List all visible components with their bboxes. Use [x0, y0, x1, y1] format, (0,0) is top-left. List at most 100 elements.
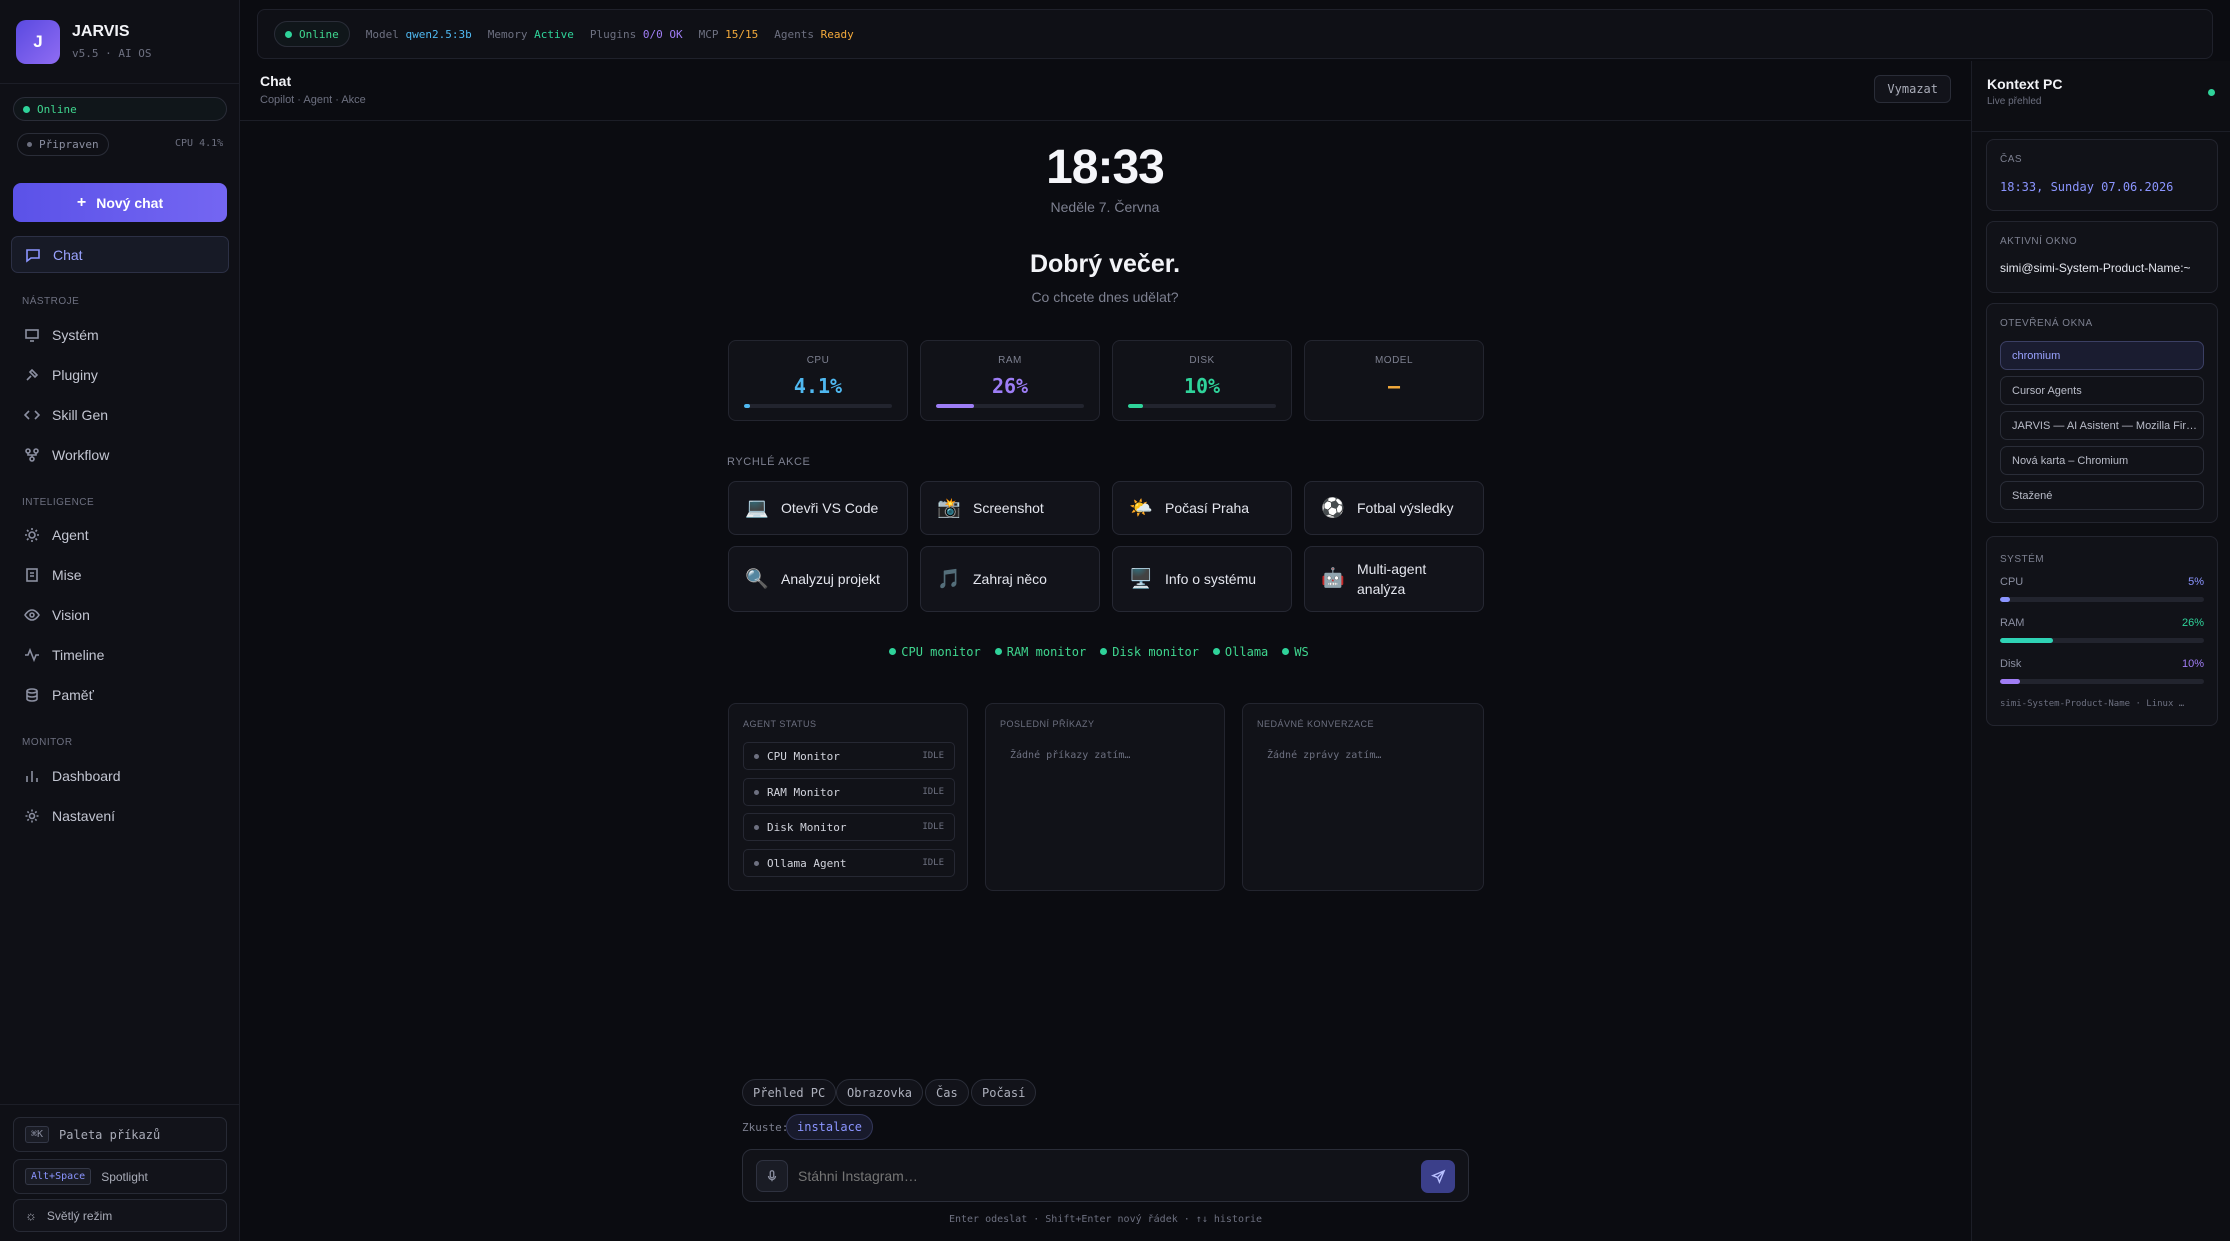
- model-status: Model qwen2.5:3b: [366, 28, 472, 41]
- window-item[interactable]: Stažené: [2000, 481, 2204, 510]
- context-divider: [1972, 131, 2230, 132]
- action-screenshot[interactable]: 📸 Screenshot: [920, 481, 1100, 535]
- stat-card-disk: DISK 10%: [1112, 340, 1292, 421]
- ram-bar: [936, 404, 1084, 408]
- window-item[interactable]: JARVIS — AI Asistent — Mozilla Fir…: [2000, 411, 2204, 440]
- agent-name: CPU Monitor: [767, 749, 840, 763]
- suggestion-chip-time[interactable]: Čas: [925, 1079, 969, 1106]
- stat-value: 4.1%: [793, 374, 843, 398]
- sidebar-item-agent[interactable]: Agent: [11, 516, 229, 553]
- cpu-fill: [2000, 597, 2011, 602]
- last-commands-title: POSLEDNÍ PŘÍKAZY: [1000, 719, 1095, 729]
- agent-row-ollama[interactable]: Ollama Agent IDLE: [743, 849, 955, 877]
- sidebar-item-label: Workflow: [52, 446, 110, 463]
- new-chat-label: Nový chat: [96, 194, 164, 211]
- stat-label: RAM: [998, 355, 1022, 366]
- recent-conversations-title: NEDÁVNÉ KONVERZACE: [1257, 719, 1375, 729]
- window-item[interactable]: chromium: [2000, 341, 2204, 370]
- monitor-ram: RAM monitor: [994, 645, 1086, 659]
- agent-row-cpu[interactable]: CPU Monitor IDLE: [743, 742, 955, 770]
- sidebar-item-timeline[interactable]: Timeline: [11, 636, 229, 673]
- sidebar-item-mise[interactable]: Mise: [11, 556, 229, 593]
- sidebar: J JARVIS v5.5 · AI OS Online Připraven C…: [0, 0, 240, 1241]
- action-system-info[interactable]: 🖥️ Info o systému: [1112, 546, 1292, 612]
- window-item[interactable]: Nová karta – Chromium: [2000, 446, 2204, 475]
- stat-label: DISK: [1189, 355, 1215, 366]
- microphone-button[interactable]: [756, 1160, 788, 1192]
- status-dot: [1100, 648, 1108, 655]
- sidebar-item-vision[interactable]: Vision: [11, 596, 229, 633]
- monitor-icon: [25, 328, 39, 342]
- app-logo: J: [16, 19, 60, 64]
- time-value: 18:33, Sunday 07.06.2026: [2000, 180, 2174, 194]
- suggestion-chip-screen[interactable]: Obrazovka: [836, 1079, 924, 1106]
- monitor-label: Ollama: [1224, 644, 1269, 659]
- sidebar-item-dashboard[interactable]: Dashboard: [11, 757, 229, 794]
- agent-row-ram[interactable]: RAM Monitor IDLE: [743, 778, 955, 806]
- sidebar-item-memory[interactable]: Paměť: [11, 676, 229, 713]
- try-chip-install[interactable]: instalace: [786, 1114, 874, 1140]
- status-dot: [754, 789, 759, 795]
- monitor-cpu: CPU monitor: [889, 645, 981, 659]
- sidebar-item-skill-gen[interactable]: Skill Gen: [11, 396, 229, 433]
- action-football-results[interactable]: ⚽ Fotbal výsledky: [1304, 481, 1484, 535]
- active-window-label: AKTIVNÍ OKNO: [2000, 236, 2078, 247]
- microphone-icon: [767, 1170, 777, 1182]
- online-dot: [285, 30, 292, 38]
- context-panel: Kontext PC Live přehled ČAS 18:33, Sunda…: [1971, 61, 2230, 1241]
- stat-label: CPU: [806, 355, 830, 366]
- action-analyze-project[interactable]: 🔍 Analyzuj projekt: [728, 546, 908, 612]
- sidebar-item-label: Skill Gen: [52, 406, 109, 423]
- soccer-ball-icon: ⚽: [1321, 498, 1345, 519]
- disk-bar: [1128, 404, 1276, 408]
- sidebar-item-workflow[interactable]: Workflow: [11, 436, 229, 473]
- disk-bar-fill: [1128, 404, 1143, 408]
- new-chat-button[interactable]: + Nový chat: [13, 183, 227, 222]
- app-name: JARVIS: [72, 23, 130, 40]
- clear-button[interactable]: Vymazat: [1874, 75, 1951, 103]
- stat-card-model: MODEL —: [1304, 340, 1484, 421]
- action-label: Fotbal výsledky: [1357, 500, 1454, 516]
- action-open-vscode[interactable]: 💻 Otevři VS Code: [728, 481, 908, 535]
- sidebar-item-chat[interactable]: Chat: [11, 236, 229, 273]
- recent-conversations-panel: NEDÁVNÉ KONVERZACE Žádné zprávy zatím…: [1242, 703, 1484, 891]
- agent-state: IDLE: [922, 822, 944, 832]
- model-label: Model: [365, 27, 399, 41]
- recent-conversations-empty: Žádné zprávy zatím…: [1267, 750, 1382, 761]
- sidebar-item-plugins[interactable]: Pluginy: [11, 356, 229, 393]
- host-info: simi-System-Product-Name · Linux …: [2000, 699, 2185, 709]
- model-value: qwen2.5:3b: [405, 27, 472, 41]
- action-play-music[interactable]: 🎵 Zahraj něco: [920, 546, 1100, 612]
- agent-row-disk[interactable]: Disk Monitor IDLE: [743, 813, 955, 841]
- command-palette-button[interactable]: ⌘K Paleta příkazů: [13, 1117, 227, 1152]
- live-indicator-dot: [2208, 89, 2215, 96]
- chat-input[interactable]: [798, 1162, 1378, 1190]
- spotlight-button[interactable]: Alt+Space Spotlight: [13, 1159, 227, 1194]
- action-weather-prague[interactable]: 🌤️ Počasí Praha: [1112, 481, 1292, 535]
- sun-icon: [25, 527, 39, 542]
- window-item[interactable]: Cursor Agents: [2000, 376, 2204, 405]
- agents-value: Ready: [820, 27, 854, 41]
- plug-icon: [26, 368, 39, 381]
- ram-value: 26%: [2181, 617, 2204, 629]
- plugins-status: Plugins 0/0 OK: [590, 28, 683, 41]
- laptop-icon: 💻: [745, 498, 769, 519]
- action-label: Screenshot: [973, 500, 1044, 516]
- activity-icon: [25, 647, 39, 662]
- suggestion-chip-pc-overview[interactable]: Přehled PC: [742, 1079, 837, 1106]
- quick-actions-title: RYCHLÉ AKCE: [727, 456, 811, 468]
- sidebar-footer-divider: [0, 1104, 240, 1105]
- sidebar-item-system[interactable]: Systém: [11, 316, 229, 353]
- agent-status-panel: AGENT STATUS CPU Monitor IDLE RAM Monitor…: [728, 703, 968, 891]
- light-mode-toggle[interactable]: ☼ Světlý režim: [13, 1199, 227, 1232]
- status-dot: [1212, 648, 1220, 655]
- action-multi-agent[interactable]: 🤖 Multi-agent analýza: [1304, 546, 1484, 612]
- music-note-icon: 🎵: [937, 569, 961, 590]
- memory-label: Memory: [487, 27, 528, 41]
- sidebar-item-settings[interactable]: Nastavení: [11, 797, 229, 834]
- sidebar-item-label: Systém: [52, 326, 99, 343]
- send-button[interactable]: [1421, 1160, 1455, 1193]
- plugins-value: 0/0 OK: [642, 27, 683, 41]
- suggestion-chip-weather[interactable]: Počasí: [971, 1079, 1037, 1106]
- app-version: v5.5 · AI OS: [72, 47, 152, 60]
